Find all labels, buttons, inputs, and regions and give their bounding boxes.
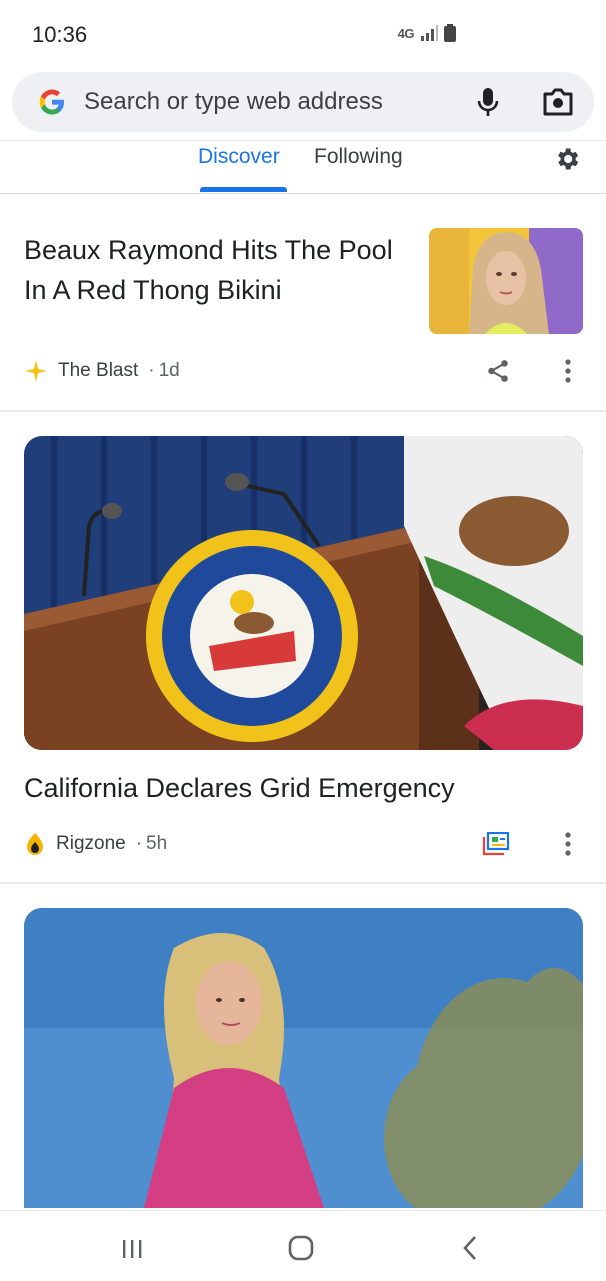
system-nav-bar (0, 1210, 606, 1281)
news-card[interactable]: California Declares Grid Emergency Rigzo… (0, 412, 606, 882)
more-options-icon[interactable] (565, 832, 571, 856)
battery-icon (444, 24, 456, 42)
recent-apps-icon[interactable] (120, 1237, 144, 1261)
meta-separator: · (148, 360, 155, 381)
card-source[interactable]: The Blast (58, 360, 138, 382)
search-bar[interactable]: Search or type web address (12, 72, 594, 132)
share-icon[interactable] (485, 358, 511, 384)
tab-following[interactable]: Following (314, 145, 403, 169)
full-coverage-icon[interactable] (482, 832, 510, 856)
google-logo-icon (39, 89, 64, 115)
active-tab-indicator (200, 187, 287, 192)
card-age: 1d (158, 360, 180, 381)
feed-tabs: Discover Following (0, 140, 606, 194)
news-card[interactable] (0, 884, 606, 1210)
sparkle-icon (25, 360, 47, 382)
card-meta: Rigzone · 5h (24, 832, 167, 856)
article-image[interactable] (24, 436, 583, 750)
status-icons: 4G (398, 24, 456, 42)
card-headline[interactable]: California Declares Grid Emergency (24, 768, 584, 808)
mic-icon[interactable] (476, 86, 500, 118)
card-headline[interactable]: Beaux Raymond Hits The Pool In A Red Tho… (24, 230, 399, 310)
article-image[interactable] (24, 908, 583, 1208)
tab-discover[interactable]: Discover (198, 145, 280, 169)
card-age: 5h (146, 833, 168, 854)
more-options-icon[interactable] (565, 359, 571, 383)
home-icon[interactable] (288, 1235, 314, 1261)
camera-icon[interactable] (542, 88, 574, 116)
card-meta: The Blast · 1d (24, 359, 180, 383)
flame-icon (27, 833, 43, 855)
back-icon[interactable] (460, 1235, 480, 1261)
meta-separator: · (135, 833, 143, 854)
article-thumbnail[interactable] (429, 228, 583, 334)
status-bar: 10:36 4G (0, 0, 606, 70)
search-input[interactable]: Search or type web address (84, 88, 383, 116)
card-source[interactable]: Rigzone (56, 833, 126, 855)
status-time: 10:36 (32, 22, 88, 47)
network-type: 4G (397, 25, 415, 41)
signal-icon (421, 25, 438, 41)
gear-icon[interactable] (553, 145, 581, 173)
news-card[interactable]: Beaux Raymond Hits The Pool In A Red Tho… (0, 194, 606, 410)
